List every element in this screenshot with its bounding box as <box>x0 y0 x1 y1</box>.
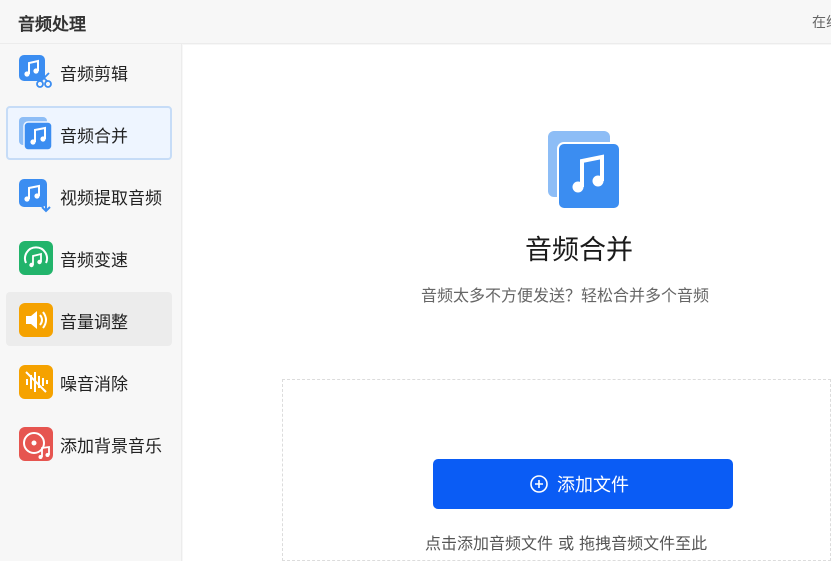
sidebar-item-audio-merge[interactable]: 音频合并 <box>6 106 172 160</box>
plus-circle-icon <box>530 475 548 493</box>
sidebar-item-label: 音量调整 <box>60 313 128 333</box>
page-title: 音频合并 <box>525 235 633 266</box>
audio-speed-icon <box>19 241 53 275</box>
sidebar-item-background-music[interactable]: 添加背景音乐 <box>6 416 172 470</box>
add-file-button[interactable]: 添加文件 <box>433 459 733 509</box>
noise-removal-icon <box>19 365 53 399</box>
drop-hint: 点击添加音频文件 或 拖拽音频文件至此 <box>425 534 708 553</box>
sidebar-item-video-extract-audio[interactable]: 视频提取音频 <box>6 168 172 222</box>
app-title: 音频处理 <box>18 15 86 35</box>
app-window: 音频处理 在线 音频剪辑 音 <box>0 0 831 561</box>
volume-adjust-icon <box>19 303 53 337</box>
add-file-label: 添加文件 <box>557 475 629 496</box>
sidebar-item-label: 视频提取音频 <box>60 189 162 209</box>
background-music-icon <box>19 427 53 461</box>
sidebar-item-volume-adjust[interactable]: 音量调整 <box>6 292 172 346</box>
audio-cut-icon <box>19 55 52 88</box>
sidebar-item-audio-speed[interactable]: 音频变速 <box>6 230 172 284</box>
sidebar-item-label: 音频合并 <box>60 127 128 147</box>
sidebar-item-noise-removal[interactable]: 噪音消除 <box>6 354 172 408</box>
sidebar-item-label: 音频变速 <box>60 251 128 271</box>
audio-merge-icon <box>548 131 620 210</box>
audio-merge-icon <box>19 117 53 151</box>
sidebar-item-label: 噪音消除 <box>60 375 128 395</box>
header: 音频处理 在线 <box>0 0 831 44</box>
header-right-text[interactable]: 在线 <box>812 12 831 32</box>
sidebar: 音频剪辑 音频合并 视频提取音频 音频变速 音量调整 噪音消除 添加背景音乐 <box>0 44 182 561</box>
video-extract-audio-icon <box>19 179 51 213</box>
sidebar-item-label: 音频剪辑 <box>60 65 128 85</box>
sidebar-item-audio-cut[interactable]: 音频剪辑 <box>6 44 172 98</box>
page-subtitle: 音频太多不方便发送？轻松合并多个音频 <box>421 286 710 305</box>
sidebar-item-label: 添加背景音乐 <box>60 437 162 457</box>
